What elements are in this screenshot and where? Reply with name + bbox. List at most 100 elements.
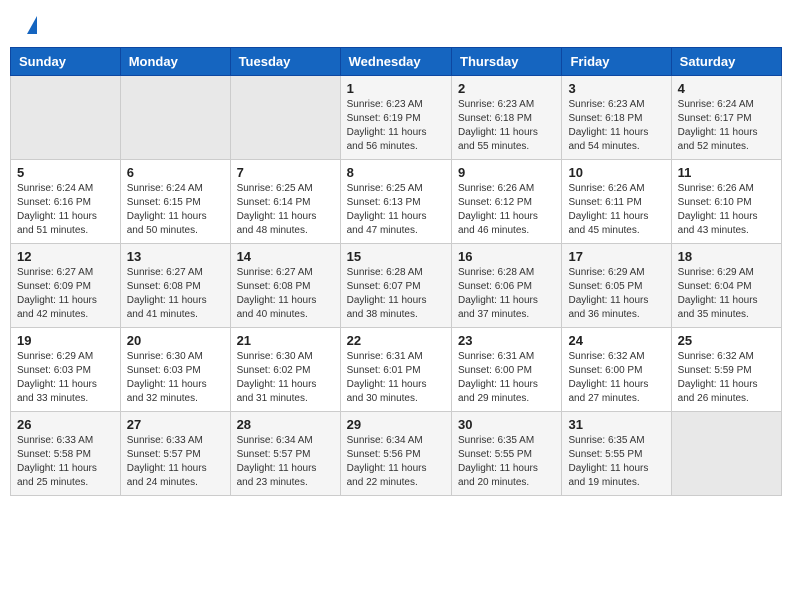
calendar-cell: 13 Sunrise: 6:27 AM Sunset: 6:08 PM Dayli… xyxy=(120,244,230,328)
calendar-cell: 14Sunrise: 6:27 AM Sunset: 6:08 PM Dayli… xyxy=(230,244,340,328)
day-number: 30 xyxy=(458,417,555,432)
day-number: 7 xyxy=(237,165,334,180)
cell-content: Sunrise: 6:25 AM Sunset: 6:13 PM Dayligh… xyxy=(347,182,445,238)
day-number: 19 xyxy=(17,333,114,348)
calendar-cell: 3 Sunrise: 6:23 AM Sunset: 6:18 PM Daylig… xyxy=(562,76,671,160)
cell-content: Sunrise: 6:29 AM Sunset: 6:05 PM Dayligh… xyxy=(568,266,664,322)
day-number: 1 xyxy=(347,81,445,96)
calendar-cell xyxy=(671,412,781,496)
day-number: 3 xyxy=(568,81,664,96)
cell-content: Sunrise: 6:24 AM Sunset: 6:16 PM Dayligh… xyxy=(17,182,114,238)
calendar-cell: 26 Sunrise: 6:33 AM Sunset: 5:58 PM Dayli… xyxy=(11,412,121,496)
cell-content: Sunrise: 6:32 AM Sunset: 6:00 PM Dayligh… xyxy=(568,350,664,406)
calendar-cell: 5 Sunrise: 6:24 AM Sunset: 6:16 PM Daylig… xyxy=(11,160,121,244)
day-number: 18 xyxy=(678,249,775,264)
calendar-cell: 12 Sunrise: 6:27 AM Sunset: 6:09 PM Dayli… xyxy=(11,244,121,328)
calendar-cell: 10 Sunrise: 6:26 AM Sunset: 6:11 PM Dayli… xyxy=(562,160,671,244)
cell-content: Sunrise: 6:34 AM Sunset: 5:57 PM Dayligh… xyxy=(237,434,334,490)
day-number: 11 xyxy=(678,165,775,180)
calendar-cell: 18Sunrise: 6:29 AM Sunset: 6:04 PM Dayli… xyxy=(671,244,781,328)
calendar-cell: 11Sunrise: 6:26 AM Sunset: 6:10 PM Dayli… xyxy=(671,160,781,244)
cell-content: Sunrise: 6:24 AM Sunset: 6:15 PM Dayligh… xyxy=(127,182,224,238)
calendar-week-row: 19 Sunrise: 6:29 AM Sunset: 6:03 PM Dayli… xyxy=(11,328,782,412)
day-number: 24 xyxy=(568,333,664,348)
cell-content: Sunrise: 6:33 AM Sunset: 5:57 PM Dayligh… xyxy=(127,434,224,490)
calendar-cell: 29 Sunrise: 6:34 AM Sunset: 5:56 PM Dayli… xyxy=(340,412,451,496)
calendar-cell: 31 Sunrise: 6:35 AM Sunset: 5:55 PM Dayli… xyxy=(562,412,671,496)
calendar-cell: 22 Sunrise: 6:31 AM Sunset: 6:01 PM Dayli… xyxy=(340,328,451,412)
day-number: 23 xyxy=(458,333,555,348)
calendar-cell: 8 Sunrise: 6:25 AM Sunset: 6:13 PM Daylig… xyxy=(340,160,451,244)
calendar-cell: 23 Sunrise: 6:31 AM Sunset: 6:00 PM Dayli… xyxy=(452,328,562,412)
weekday-header-friday: Friday xyxy=(562,48,671,76)
cell-content: Sunrise: 6:32 AM Sunset: 5:59 PM Dayligh… xyxy=(678,350,775,406)
cell-content: Sunrise: 6:26 AM Sunset: 6:11 PM Dayligh… xyxy=(568,182,664,238)
weekday-header-monday: Monday xyxy=(120,48,230,76)
calendar-week-row: 26 Sunrise: 6:33 AM Sunset: 5:58 PM Dayli… xyxy=(11,412,782,496)
calendar-week-row: 1Sunrise: 6:23 AM Sunset: 6:19 PM Daylig… xyxy=(11,76,782,160)
day-number: 26 xyxy=(17,417,114,432)
cell-content: Sunrise: 6:33 AM Sunset: 5:58 PM Dayligh… xyxy=(17,434,114,490)
day-number: 22 xyxy=(347,333,445,348)
calendar-table: SundayMondayTuesdayWednesdayThursdayFrid… xyxy=(10,47,782,496)
weekday-header-saturday: Saturday xyxy=(671,48,781,76)
calendar-cell: 25 Sunrise: 6:32 AM Sunset: 5:59 PM Dayli… xyxy=(671,328,781,412)
cell-content: Sunrise: 6:30 AM Sunset: 6:03 PM Dayligh… xyxy=(127,350,224,406)
cell-content: Sunrise: 6:28 AM Sunset: 6:06 PM Dayligh… xyxy=(458,266,555,322)
weekday-header-sunday: Sunday xyxy=(11,48,121,76)
day-number: 8 xyxy=(347,165,445,180)
page-header xyxy=(10,10,782,39)
calendar-cell: 16Sunrise: 6:28 AM Sunset: 6:06 PM Dayli… xyxy=(452,244,562,328)
cell-content: Sunrise: 6:30 AM Sunset: 6:02 PM Dayligh… xyxy=(237,350,334,406)
cell-content: Sunrise: 6:23 AM Sunset: 6:18 PM Dayligh… xyxy=(458,98,555,154)
calendar-week-row: 5 Sunrise: 6:24 AM Sunset: 6:16 PM Daylig… xyxy=(11,160,782,244)
day-number: 29 xyxy=(347,417,445,432)
day-number: 2 xyxy=(458,81,555,96)
calendar-cell: 30 Sunrise: 6:35 AM Sunset: 5:55 PM Dayli… xyxy=(452,412,562,496)
cell-content: Sunrise: 6:29 AM Sunset: 6:03 PM Dayligh… xyxy=(17,350,114,406)
cell-content: Sunrise: 6:26 AM Sunset: 6:12 PM Dayligh… xyxy=(458,182,555,238)
cell-content: Sunrise: 6:35 AM Sunset: 5:55 PM Dayligh… xyxy=(458,434,555,490)
day-number: 31 xyxy=(568,417,664,432)
day-number: 17 xyxy=(568,249,664,264)
calendar-cell: 15 Sunrise: 6:28 AM Sunset: 6:07 PM Dayli… xyxy=(340,244,451,328)
day-number: 21 xyxy=(237,333,334,348)
day-number: 13 xyxy=(127,249,224,264)
day-number: 12 xyxy=(17,249,114,264)
cell-content: Sunrise: 6:28 AM Sunset: 6:07 PM Dayligh… xyxy=(347,266,445,322)
calendar-body: 1Sunrise: 6:23 AM Sunset: 6:19 PM Daylig… xyxy=(11,76,782,496)
logo xyxy=(25,20,37,34)
calendar-cell xyxy=(230,76,340,160)
calendar-cell: 1Sunrise: 6:23 AM Sunset: 6:19 PM Daylig… xyxy=(340,76,451,160)
calendar-cell: 20 Sunrise: 6:30 AM Sunset: 6:03 PM Dayli… xyxy=(120,328,230,412)
calendar-cell: 24 Sunrise: 6:32 AM Sunset: 6:00 PM Dayli… xyxy=(562,328,671,412)
day-number: 6 xyxy=(127,165,224,180)
cell-content: Sunrise: 6:35 AM Sunset: 5:55 PM Dayligh… xyxy=(568,434,664,490)
weekday-header-row: SundayMondayTuesdayWednesdayThursdayFrid… xyxy=(11,48,782,76)
cell-content: Sunrise: 6:31 AM Sunset: 6:01 PM Dayligh… xyxy=(347,350,445,406)
calendar-cell: 7Sunrise: 6:25 AM Sunset: 6:14 PM Daylig… xyxy=(230,160,340,244)
day-number: 20 xyxy=(127,333,224,348)
calendar-cell xyxy=(120,76,230,160)
cell-content: Sunrise: 6:27 AM Sunset: 6:08 PM Dayligh… xyxy=(237,266,334,322)
day-number: 10 xyxy=(568,165,664,180)
day-number: 25 xyxy=(678,333,775,348)
cell-content: Sunrise: 6:31 AM Sunset: 6:00 PM Dayligh… xyxy=(458,350,555,406)
weekday-header-thursday: Thursday xyxy=(452,48,562,76)
day-number: 15 xyxy=(347,249,445,264)
cell-content: Sunrise: 6:34 AM Sunset: 5:56 PM Dayligh… xyxy=(347,434,445,490)
day-number: 5 xyxy=(17,165,114,180)
cell-content: Sunrise: 6:27 AM Sunset: 6:09 PM Dayligh… xyxy=(17,266,114,322)
calendar-cell: 9Sunrise: 6:26 AM Sunset: 6:12 PM Daylig… xyxy=(452,160,562,244)
cell-content: Sunrise: 6:23 AM Sunset: 6:18 PM Dayligh… xyxy=(568,98,664,154)
day-number: 28 xyxy=(237,417,334,432)
calendar-cell: 2 Sunrise: 6:23 AM Sunset: 6:18 PM Daylig… xyxy=(452,76,562,160)
weekday-header-tuesday: Tuesday xyxy=(230,48,340,76)
calendar-cell: 27 Sunrise: 6:33 AM Sunset: 5:57 PM Dayli… xyxy=(120,412,230,496)
calendar-cell: 17 Sunrise: 6:29 AM Sunset: 6:05 PM Dayli… xyxy=(562,244,671,328)
weekday-header-wednesday: Wednesday xyxy=(340,48,451,76)
day-number: 27 xyxy=(127,417,224,432)
calendar-cell: 4Sunrise: 6:24 AM Sunset: 6:17 PM Daylig… xyxy=(671,76,781,160)
calendar-cell: 28 Sunrise: 6:34 AM Sunset: 5:57 PM Dayli… xyxy=(230,412,340,496)
cell-content: Sunrise: 6:27 AM Sunset: 6:08 PM Dayligh… xyxy=(127,266,224,322)
